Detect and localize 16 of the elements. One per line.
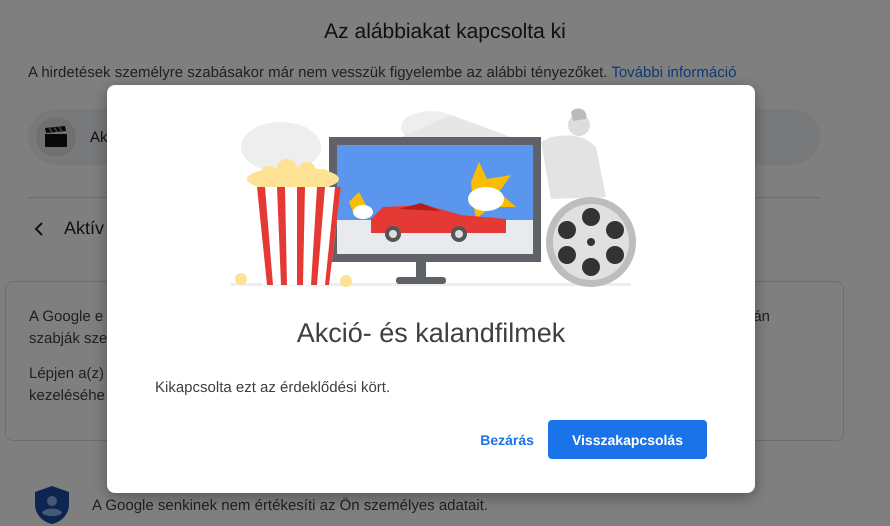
info-text: A Google e (29, 308, 104, 325)
section-title: Aktív (64, 218, 104, 239)
page-description: A hirdetések személyre szabásakor már nem vesszük figyelembe az alábbi tényezőket. További információ (28, 64, 738, 81)
chevron-left-icon[interactable] (34, 222, 44, 236)
dialog-message: Kikapcsolta ezt az érdeklődési kört. (155, 379, 390, 396)
close-button[interactable]: Bezárás (480, 422, 534, 458)
info-text: kezeléséhe (29, 387, 105, 404)
more-info-link[interactable]: További információ (611, 64, 736, 81)
info-text: Lépjen a(z) (29, 365, 104, 382)
turn-on-button[interactable]: Visszakapcsolás (548, 420, 707, 459)
privacy-note: A Google senkinek nem értékesíti az Ön személyes adatait. (92, 496, 488, 514)
shield-person-icon (34, 485, 70, 525)
dialog-title: Akció- és kalandfilmek (296, 318, 566, 349)
clapperboard-icon (36, 117, 76, 157)
info-text: szabják sze (29, 330, 108, 347)
page-title: Az alábbiakat kapcsolta ki (323, 20, 567, 44)
